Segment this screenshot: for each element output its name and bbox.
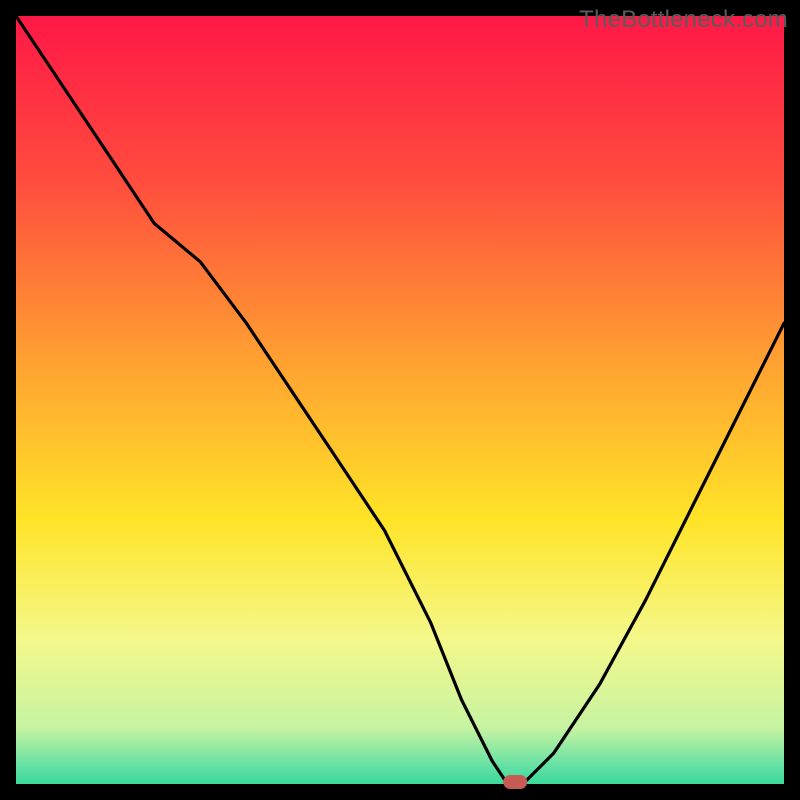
optimal-point-marker	[503, 775, 527, 789]
chart-container: TheBottleneck.com	[0, 0, 800, 800]
watermark-text: TheBottleneck.com	[579, 6, 788, 34]
gradient-background	[0, 0, 800, 800]
bottleneck-chart	[0, 0, 800, 800]
